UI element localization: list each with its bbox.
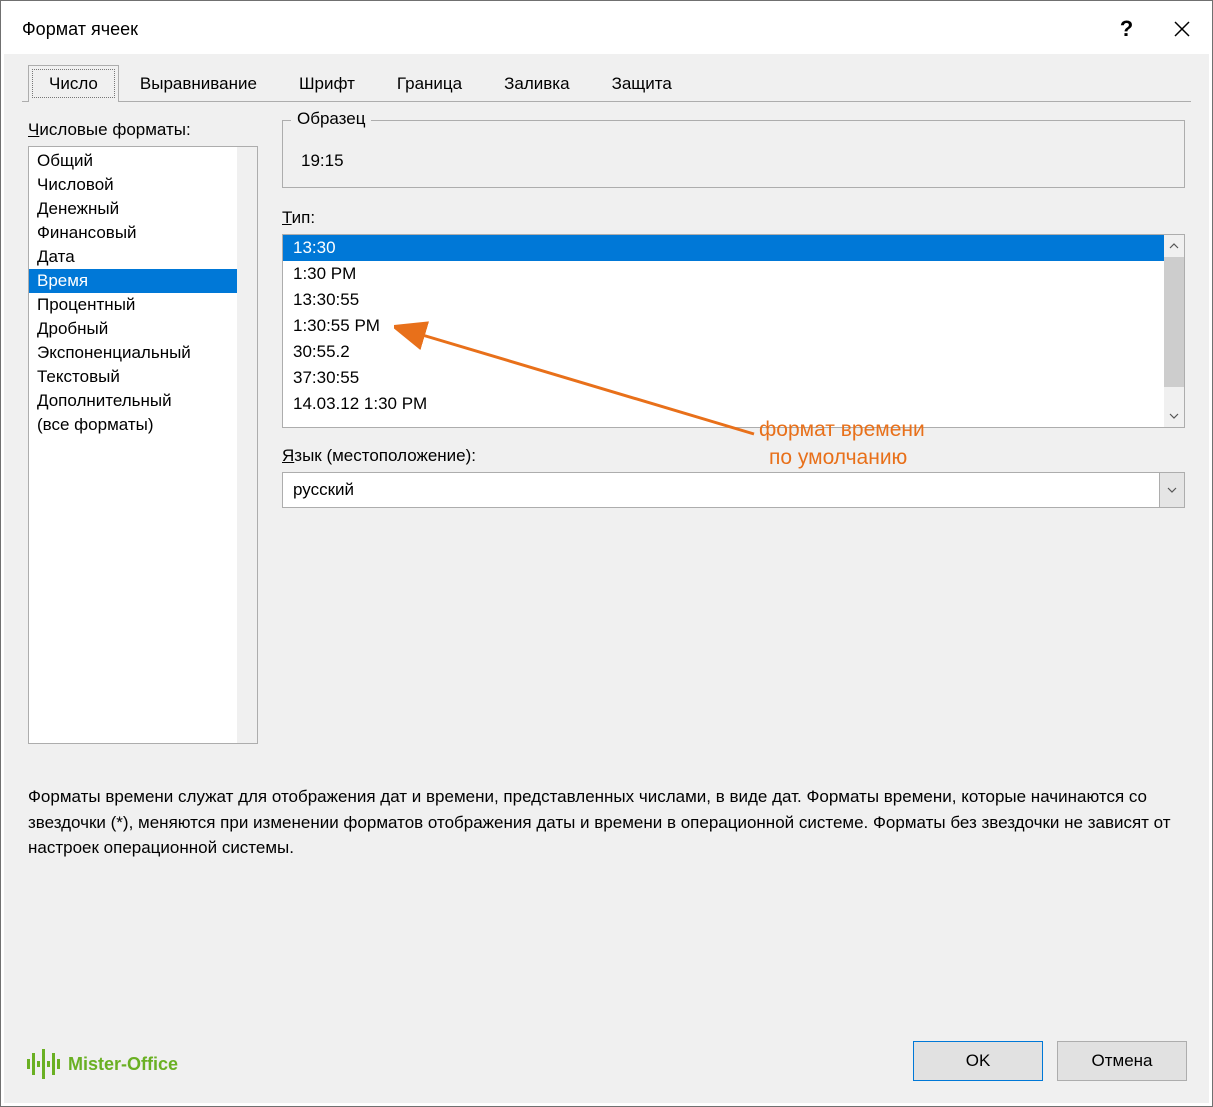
type-listbox[interactable]: 13:30 1:30 PM 13:30:55 1:30:55 PM 30:55.… [282, 234, 1185, 428]
categories-label: Числовые форматы: [28, 120, 258, 140]
category-item[interactable]: Дата [29, 245, 257, 269]
type-item[interactable]: 13:30:55 [283, 287, 1184, 313]
titlebar: Формат ячеек ? [4, 4, 1209, 54]
type-item[interactable]: 13:30 [283, 235, 1184, 261]
type-item[interactable]: 1:30 PM [283, 261, 1184, 287]
locale-label: Язык (местоположение): [282, 446, 1185, 466]
type-label: Тип: [282, 208, 1185, 228]
logo-icon [26, 1049, 62, 1079]
format-description: Форматы времени служат для отображения д… [28, 784, 1185, 861]
mister-office-logo: Mister-Office [26, 1049, 178, 1079]
ok-button[interactable]: OK [913, 1041, 1043, 1081]
tab-alignment[interactable]: Выравнивание [119, 65, 278, 102]
scroll-up-button[interactable] [1164, 235, 1184, 257]
chevron-down-icon [1169, 413, 1179, 419]
scrollbar[interactable] [237, 147, 257, 743]
type-item[interactable]: 1:30:55 PM [283, 313, 1184, 339]
sample-group: Образец 19:15 [282, 120, 1185, 188]
tab-number[interactable]: Число [28, 65, 119, 102]
category-item[interactable]: Числовой [29, 173, 257, 197]
sample-label: Образец [291, 109, 371, 129]
type-item[interactable]: 14.03.12 1:30 PM [283, 391, 1184, 417]
type-item[interactable]: 37:30:55 [283, 365, 1184, 391]
cancel-button[interactable]: Отмена [1057, 1041, 1187, 1081]
tab-bar: Число Выравнивание Шрифт Граница Заливка… [28, 64, 1191, 101]
dialog-title: Формат ячеек [22, 19, 138, 40]
category-item[interactable]: Дополнительный [29, 389, 257, 413]
tab-font[interactable]: Шрифт [278, 65, 376, 102]
categories-listbox[interactable]: Общий Числовой Денежный Финансовый Дата … [28, 146, 258, 744]
category-item[interactable]: Финансовый [29, 221, 257, 245]
category-item[interactable]: Время [29, 269, 257, 293]
logo-text: Mister-Office [68, 1054, 178, 1075]
category-item[interactable]: Общий [29, 149, 257, 173]
scroll-down-button[interactable] [1164, 405, 1184, 427]
chevron-down-icon [1167, 487, 1177, 493]
chevron-up-icon [1169, 243, 1179, 249]
close-button[interactable] [1154, 9, 1209, 49]
category-item[interactable]: Процентный [29, 293, 257, 317]
locale-value: русский [283, 480, 1159, 500]
category-item[interactable]: Дробный [29, 317, 257, 341]
help-button[interactable]: ? [1099, 9, 1154, 49]
format-cells-dialog: Формат ячеек ? Число Выравнивание Шрифт … [4, 4, 1209, 1103]
category-item[interactable]: (все форматы) [29, 413, 257, 437]
category-item[interactable]: Текстовый [29, 365, 257, 389]
locale-dropdown[interactable]: русский [282, 472, 1185, 508]
type-item[interactable]: 30:55.2 [283, 339, 1184, 365]
dropdown-button[interactable] [1159, 473, 1184, 507]
tab-fill[interactable]: Заливка [483, 65, 590, 102]
scrollbar[interactable] [1164, 235, 1184, 427]
sample-value: 19:15 [297, 151, 1170, 171]
category-item[interactable]: Экспоненциальный [29, 341, 257, 365]
category-item[interactable]: Денежный [29, 197, 257, 221]
scroll-thumb[interactable] [1164, 257, 1184, 387]
close-icon [1174, 21, 1190, 37]
tab-border[interactable]: Граница [376, 65, 483, 102]
tab-protection[interactable]: Защита [591, 65, 693, 102]
